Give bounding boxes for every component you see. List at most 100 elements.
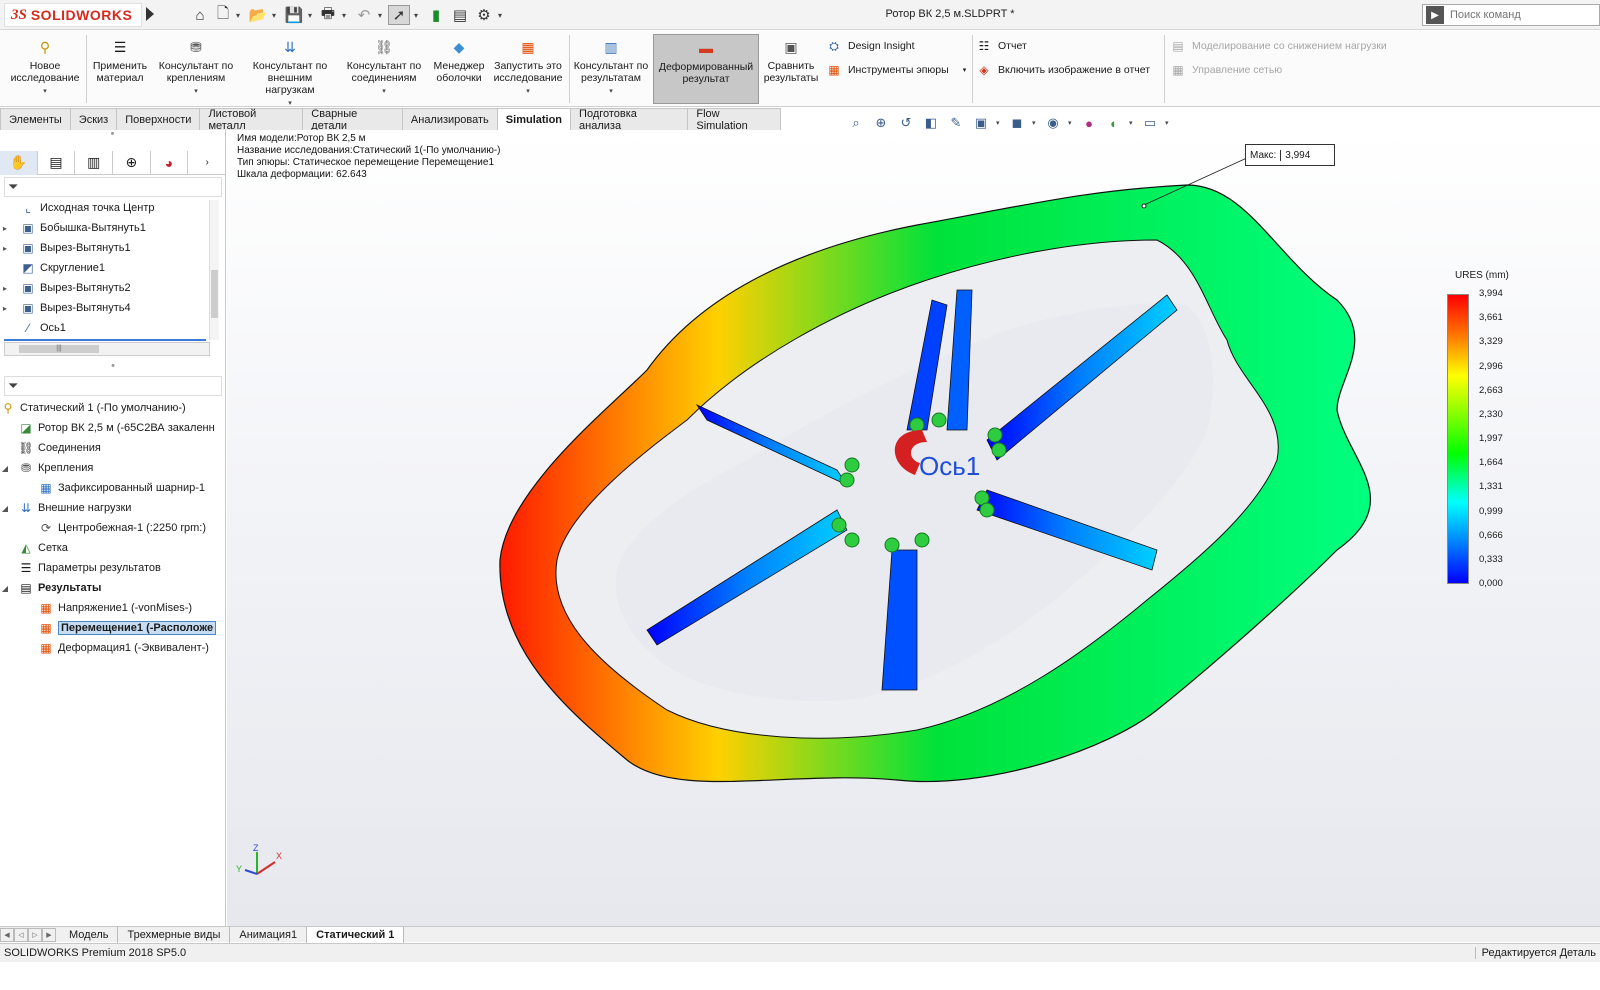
property-manager-tab-icon[interactable]: ▤ — [38, 150, 76, 175]
stress-plot-node[interactable]: ▦ Напряжение1 (-vonMises-) — [0, 598, 220, 618]
cut-extrude-icon: ▣ — [22, 281, 34, 295]
tree-filter[interactable]: ⏷ — [4, 177, 222, 197]
results-node[interactable]: ◢ ▤ Результаты — [0, 578, 220, 598]
feature-tree-item[interactable]: ⌞ Исходная точка Центр — [0, 198, 220, 218]
configuration-manager-tab-icon[interactable]: ▥ — [75, 150, 114, 175]
connections-advisor-button[interactable]: ⛓ Консультант по соединениям ▾ — [342, 37, 426, 98]
collapse-arrow-icon[interactable]: ◢ — [0, 504, 10, 513]
mesh-control-button[interactable]: ▦ Управление сетью — [1170, 62, 1282, 78]
graphics-area[interactable]: Ось1 Имя модели:Ротор ВК 2,5 м Название … — [227, 130, 1600, 926]
panel-grip-icon[interactable]: ⦁ — [0, 130, 225, 138]
chevron-right-icon[interactable]: › — [188, 151, 226, 175]
collapse-arrow-icon[interactable]: ◢ — [0, 464, 10, 473]
design-insight-icon: ⛭ — [829, 38, 839, 53]
fixtures-advisor-button[interactable]: ⛃ Консультант по креплениям ▾ — [154, 37, 238, 98]
previous-tab-icon[interactable]: ◁ — [14, 927, 28, 942]
tab-2[interactable]: Поверхности — [116, 108, 201, 130]
chevron-down-icon[interactable]: ▾ — [1165, 119, 1171, 127]
external-loads-node[interactable]: ◢ ⇊ Внешние нагрузки — [0, 498, 220, 518]
results-advisor-label-1: Консультант по — [573, 60, 649, 72]
design-insight-button[interactable]: ⛭ Design Insight — [826, 38, 914, 54]
max-probe-callout[interactable]: Макс: 3,994 — [1245, 144, 1336, 166]
feature-tree-item[interactable]: ⁄ Ось1 — [0, 318, 220, 338]
run-study-button[interactable]: ▦ Запустить это исследование ▾ — [490, 37, 566, 98]
scroll-thumb[interactable] — [211, 270, 218, 318]
bottom-tab-2[interactable]: Анимация1 — [230, 926, 308, 943]
legend-tick-label: 2,663 — [1479, 384, 1503, 396]
search-input[interactable] — [1450, 9, 1590, 21]
legend-tick-label: 1,997 — [1479, 433, 1503, 444]
expand-arrow-icon[interactable]: ▸ — [0, 284, 10, 293]
tab-3[interactable]: Листовой металл — [199, 108, 304, 132]
expand-arrow-icon[interactable]: ▸ — [0, 244, 10, 253]
result-options-icon: ☰ — [20, 561, 32, 575]
feature-tree-item[interactable]: ▸ ▣ Вырез-Вытянуть1 — [0, 238, 220, 258]
dimxpert-tab-icon[interactable]: ⊕ — [113, 150, 151, 175]
reduced-load-sim-button[interactable]: ▤ Моделирование со снижением нагрузки — [1170, 38, 1386, 54]
plot-info-block: Имя модели:Ротор ВК 2,5 м Название иссле… — [237, 133, 501, 181]
mesh-node[interactable]: ◭ Сетка — [0, 538, 220, 558]
static-study-icon: ⚲ — [3, 401, 13, 415]
bottom-tab-0[interactable]: Модель — [60, 926, 119, 943]
connections-node[interactable]: ⛓ Соединения — [0, 438, 220, 458]
apply-material-button[interactable]: ☰ Применить материал — [88, 37, 152, 84]
panel-splitter-grip-icon[interactable]: ⦁ — [0, 362, 226, 370]
rotor-ring[interactable] — [499, 184, 1371, 783]
bottom-tab-3[interactable]: Статический 1 — [307, 926, 405, 943]
tab-6[interactable]: Simulation — [496, 108, 572, 130]
feature-tree-item[interactable]: ▸ ▣ Вырез-Вытянуть2 — [0, 278, 220, 298]
shell-manager-button[interactable]: ◆ Менеджер оболочки — [430, 37, 488, 84]
strain-plot-node[interactable]: ▦ Деформация1 (-Эквивалент-) — [0, 638, 220, 658]
report-button[interactable]: ☷ Отчет — [976, 38, 1027, 54]
tab-5[interactable]: Анализировать — [401, 108, 498, 130]
bottom-tab-1[interactable]: Трехмерные виды — [118, 926, 231, 943]
load-item-node[interactable]: ⟳ Центробежная-1 (:2250 rpm:) — [0, 518, 220, 538]
expand-arrow-icon[interactable]: ▸ — [0, 224, 10, 233]
loads-advisor-button[interactable]: ⇊ Консультант по внешним нагрузкам ▾ — [242, 37, 338, 110]
filter-funnel-icon: ⏷ — [8, 378, 19, 393]
deformed-result-button[interactable]: ▬ Деформированный результат — [653, 34, 759, 104]
feature-tree-item[interactable]: ▸ ▣ Бобышка-Вытянуть1 — [0, 218, 220, 238]
new-study-button[interactable]: ⚲ Новое исследование ▾ — [8, 37, 82, 98]
chevron-down-icon[interactable]: ▾ — [996, 119, 1002, 127]
expand-arrow-icon[interactable]: ▸ — [0, 304, 10, 313]
tab-0[interactable]: Элементы — [0, 108, 71, 130]
tree-horizontal-scrollbar[interactable]: ||| — [4, 342, 210, 356]
result-options-node[interactable]: ☰ Параметры результатов — [0, 558, 220, 578]
displacement-plot-node[interactable]: ▦ Перемещение1 (-Расположе — [0, 618, 220, 638]
fixtures-node[interactable]: ◢ ⛃ Крепления — [0, 458, 220, 478]
study-tree-filter[interactable]: ⏷ — [4, 376, 222, 396]
next-tab-icon[interactable]: ▷ — [28, 927, 42, 942]
study-node[interactable]: ⚲ Статический 1 (-По умолчанию-) — [0, 398, 220, 418]
simulation-plot-canvas[interactable]: Ось1 — [227, 130, 1600, 926]
cut-extrude-icon: ▣ — [22, 301, 34, 315]
last-tab-icon[interactable]: ▶ — [42, 927, 56, 942]
plot-tools-button[interactable]: ▦ Инструменты эпюры ▾ — [826, 62, 966, 78]
feature-manager-tab-icon[interactable]: ✋ — [0, 150, 38, 175]
part-node[interactable]: ◪ Ротор ВК 2,5 м (-65С2ВА закаленн — [0, 418, 220, 438]
display-manager-tab-icon[interactable]: ◕ — [151, 150, 189, 175]
tree-vertical-scrollbar[interactable] — [209, 200, 219, 340]
scroll-thumb[interactable]: ||| — [19, 345, 99, 353]
include-image-label: Включить изображение в отчет — [998, 64, 1151, 76]
centrifugal-load-icon: ⟳ — [40, 521, 52, 535]
part-label: Ротор ВК 2,5 м (-65С2ВА закаленн — [38, 422, 215, 434]
tab-1[interactable]: Эскиз — [69, 108, 118, 130]
feature-tree-item[interactable]: ▸ ▣ Вырез-Вытянуть4 — [0, 298, 220, 318]
results-advisor-button[interactable]: ▥ Консультант по результатам ▾ — [571, 37, 651, 98]
compare-results-label-2: результаты — [763, 72, 819, 84]
tab-8[interactable]: Flow Simulation — [687, 108, 781, 132]
legend-tick-label: 1,664 — [1479, 457, 1503, 469]
fixture-item-node[interactable]: ▦ Зафиксированный шарнир-1 — [0, 478, 220, 498]
tab-7[interactable]: Подготовка анализа — [570, 108, 689, 132]
compare-results-button[interactable]: ▣ Сравнить результаты — [762, 37, 820, 84]
feature-tree-item[interactable]: ◩ Скругление1 — [0, 258, 220, 278]
chevron-down-icon[interactable]: ▾ — [1068, 119, 1074, 127]
command-search[interactable]: ▶ — [1422, 4, 1600, 26]
first-tab-icon[interactable]: ◀ — [0, 927, 14, 942]
collapse-arrow-icon[interactable]: ◢ — [0, 584, 10, 593]
chevron-down-icon[interactable]: ▾ — [1032, 119, 1038, 127]
chevron-down-icon[interactable]: ▾ — [1129, 119, 1135, 127]
tab-4[interactable]: Сварные детали — [302, 108, 403, 132]
include-image-button[interactable]: ◈ Включить изображение в отчет — [976, 62, 1150, 78]
